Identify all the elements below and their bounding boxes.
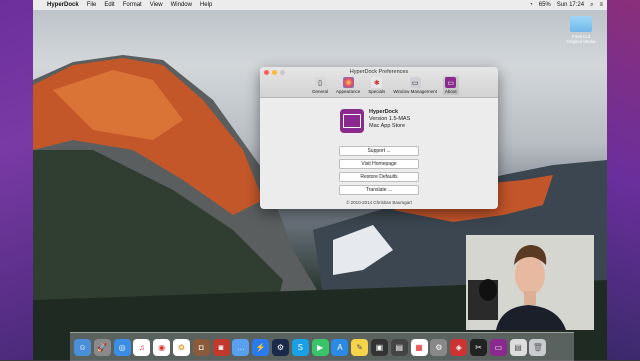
chrome-icon[interactable]: ◉: [153, 338, 171, 356]
background-left: [0, 0, 33, 360]
hyperdock-icon[interactable]: ▭: [489, 338, 507, 356]
about-app-name: HyperDock: [369, 109, 399, 115]
presenter-image: [466, 235, 594, 330]
tab-about[interactable]: ▭ About: [442, 76, 459, 95]
messenger-icon[interactable]: ⚡: [252, 338, 270, 356]
hyperdock-logo-icon: [340, 109, 364, 133]
preferences-window: HyperDock Preferences ▯ General Appearan…: [260, 67, 498, 209]
wifi-icon[interactable]: ◔: [529, 2, 533, 8]
skype-icon[interactable]: S: [291, 338, 309, 356]
about-version: Version 1.5-MAS: [369, 116, 411, 122]
menu-window[interactable]: Window: [171, 2, 192, 8]
menu-format[interactable]: Format: [123, 2, 142, 8]
about-icon: ▭: [445, 77, 457, 88]
about-section: HyperDock Version 1.5-MAS Mac App Store: [340, 109, 410, 133]
menu-bar: HyperDock File Edit Format View Window H…: [33, 0, 607, 10]
support-button[interactable]: Support ...: [339, 146, 419, 156]
facetime-icon[interactable]: ▶: [311, 338, 329, 356]
desktop-folder[interactable]: Final Cut Original Media: [566, 16, 596, 44]
visit-homepage-button[interactable]: Visit Homepage: [339, 159, 419, 169]
tab-general[interactable]: ▯ General: [310, 76, 330, 95]
menu-app-name[interactable]: HyperDock: [47, 2, 79, 8]
messages-icon[interactable]: …: [232, 338, 250, 356]
folder-icon: [570, 16, 592, 32]
tab-specials-label: Specials: [368, 89, 386, 94]
calendar-icon[interactable]: ▦: [410, 338, 428, 356]
final-cut-icon[interactable]: ✂: [469, 338, 487, 356]
photo-booth-icon[interactable]: ◙: [212, 338, 230, 356]
app-store-icon[interactable]: A: [331, 338, 349, 356]
about-buttons: Support ... Visit Homepage Restore Defau…: [339, 146, 419, 198]
launchpad-icon[interactable]: 🚀: [93, 338, 111, 356]
search-icon[interactable]: ⌕: [590, 2, 593, 9]
tab-about-label: About: [444, 89, 457, 94]
tab-appearance[interactable]: Appearance: [334, 76, 362, 95]
steam-icon[interactable]: ⚙: [271, 338, 289, 356]
menu-view[interactable]: View: [150, 2, 163, 8]
desktop-folder-label: Final Cut Original Media: [566, 34, 596, 44]
photos-2-icon[interactable]: ▣: [370, 338, 388, 356]
preview-icon[interactable]: ◈: [450, 338, 468, 356]
menu-edit[interactable]: Edit: [104, 2, 114, 8]
notes-icon[interactable]: ✎: [351, 338, 369, 356]
window-title: HyperDock Preferences: [349, 69, 409, 75]
trash-icon[interactable]: 🗑: [529, 338, 547, 356]
menu-file[interactable]: File: [87, 2, 97, 8]
documents-icon[interactable]: ▤: [509, 338, 527, 356]
background-right: [607, 0, 640, 360]
webcam-overlay: [466, 235, 594, 330]
battery-percent[interactable]: 65%: [539, 2, 551, 8]
finder-icon[interactable]: ☺: [74, 338, 91, 356]
tab-specials[interactable]: ✱ Specials: [366, 76, 387, 95]
clock[interactable]: Sun 17:24: [557, 2, 584, 8]
appearance-icon: [342, 77, 354, 88]
dock: ☺ 🚀 ◎ ♫ ◉ ✿ ◘ ◙ … ⚡ ⚙ S ▶ A ✎ ▣ ▤ ▦ ⚙ ◈ …: [70, 332, 574, 361]
window-titlebar: HyperDock Preferences ▯ General Appearan…: [260, 67, 498, 98]
general-icon: ▯: [314, 77, 326, 88]
instagram-icon[interactable]: ◘: [192, 338, 210, 356]
restore-defaults-button[interactable]: Restore Defaults: [339, 172, 419, 182]
specials-icon: ✱: [371, 77, 383, 88]
tab-window-management-label: Window Management: [393, 89, 437, 94]
tab-general-label: General: [312, 89, 329, 94]
copyright: © 2010-2014 Christian Baumgart: [346, 200, 412, 205]
menu-list-icon[interactable]: ≡: [599, 2, 603, 8]
photos-icon[interactable]: ✿: [172, 338, 190, 356]
safari-icon[interactable]: ◎: [113, 338, 131, 356]
about-store: Mac App Store: [369, 123, 406, 129]
translate-button[interactable]: Translate ...: [339, 185, 419, 195]
preferences-toolbar: ▯ General Appearance ✱ Specials ▭ Window…: [310, 76, 463, 95]
menu-help[interactable]: Help: [200, 2, 212, 8]
tab-window-management[interactable]: ▭ Window Management: [391, 76, 439, 95]
system-preferences-icon[interactable]: ⚙: [430, 338, 448, 356]
window-management-icon: ▭: [409, 77, 421, 88]
tab-appearance-label: Appearance: [336, 89, 361, 94]
itunes-icon[interactable]: ♫: [133, 338, 151, 356]
mission-control-icon[interactable]: ▤: [390, 338, 408, 356]
